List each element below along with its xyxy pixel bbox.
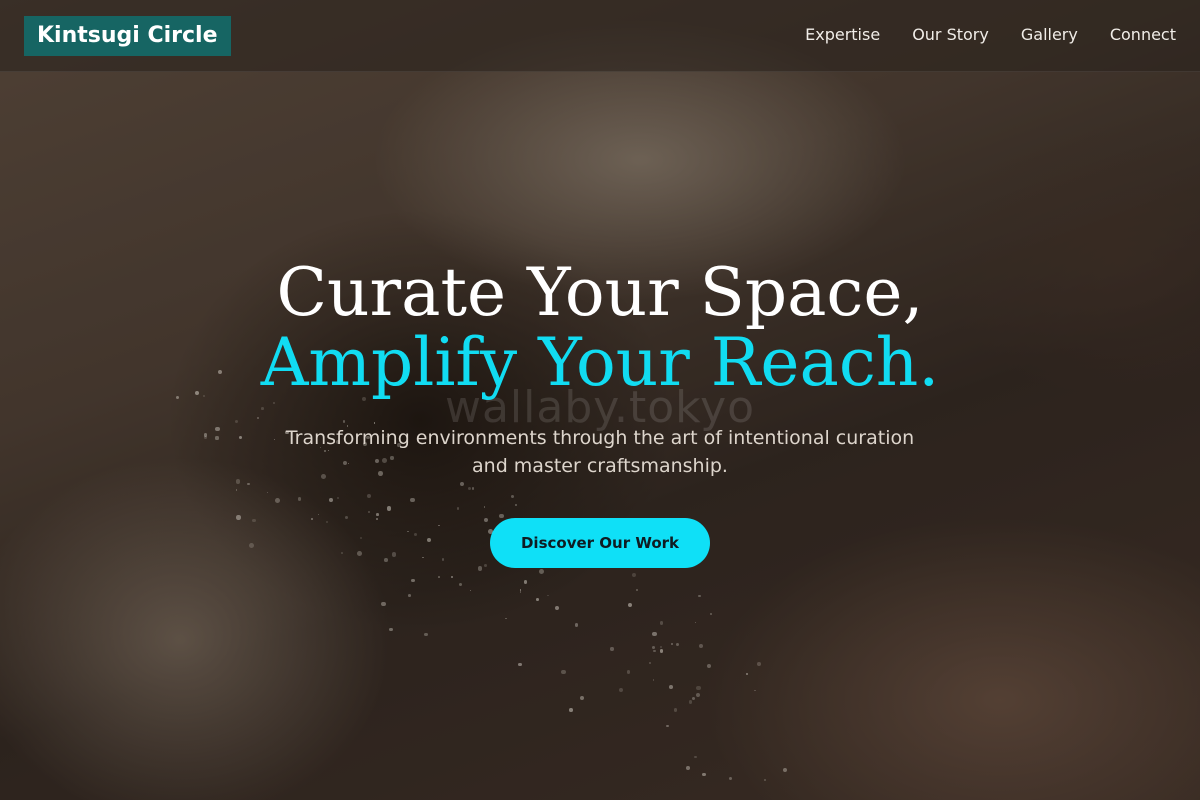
site-header: Kintsugi Circle Expertise Our Story Gall… <box>0 0 1200 72</box>
dust-speck <box>458 582 462 586</box>
nav-link-gallery[interactable]: Gallery <box>1021 24 1078 46</box>
dust-speck <box>754 689 756 692</box>
hero-section: Curate Your Space, Amplify Your Reach. T… <box>0 258 1200 568</box>
dust-speck <box>692 696 696 700</box>
discover-work-button[interactable]: Discover Our Work <box>490 518 710 568</box>
dust-speck <box>652 631 657 636</box>
dust-speck <box>450 576 453 579</box>
dust-speck <box>632 572 637 577</box>
dust-speck <box>523 580 527 584</box>
dust-speck <box>764 778 767 781</box>
dust-speck <box>424 632 428 636</box>
dust-speck <box>569 708 573 712</box>
subtitle-line-2: and master craftsmanship. <box>472 455 728 477</box>
dust-speck <box>701 772 706 777</box>
dust-speck <box>668 685 673 690</box>
headline-line-1: Curate Your Space, <box>276 254 924 331</box>
dust-speck <box>560 669 566 675</box>
dust-speck <box>517 662 522 667</box>
dust-speck <box>547 594 549 596</box>
nav-link-connect[interactable]: Connect <box>1110 24 1176 46</box>
dust-speck <box>618 687 623 693</box>
nav-link-our-story[interactable]: Our Story <box>912 24 989 46</box>
main-nav: Expertise Our Story Gallery Connect <box>805 24 1176 46</box>
nav-link-expertise[interactable]: Expertise <box>805 24 880 46</box>
dust-speck <box>673 707 678 712</box>
dust-speck <box>538 568 544 574</box>
headline-line-2: Amplify Your Reach. <box>260 324 940 401</box>
dust-speck <box>757 661 761 666</box>
brand-logo[interactable]: Kintsugi Circle <box>24 16 231 56</box>
subtitle-line-1: Transforming environments through the ar… <box>285 427 915 449</box>
dust-speck <box>519 591 522 593</box>
dust-speck <box>438 576 440 578</box>
dust-speck <box>519 589 522 591</box>
hero-subtitle: Transforming environments through the ar… <box>240 424 960 480</box>
dust-speck <box>659 649 664 653</box>
dust-speck <box>659 621 664 625</box>
dust-speck <box>389 627 393 631</box>
dust-speck <box>610 647 614 651</box>
dust-speck <box>686 766 690 770</box>
dust-speck <box>381 601 386 607</box>
dust-speck <box>693 755 697 759</box>
dust-speck <box>649 661 652 664</box>
hero-headline: Curate Your Space, Amplify Your Reach. <box>0 258 1200 398</box>
